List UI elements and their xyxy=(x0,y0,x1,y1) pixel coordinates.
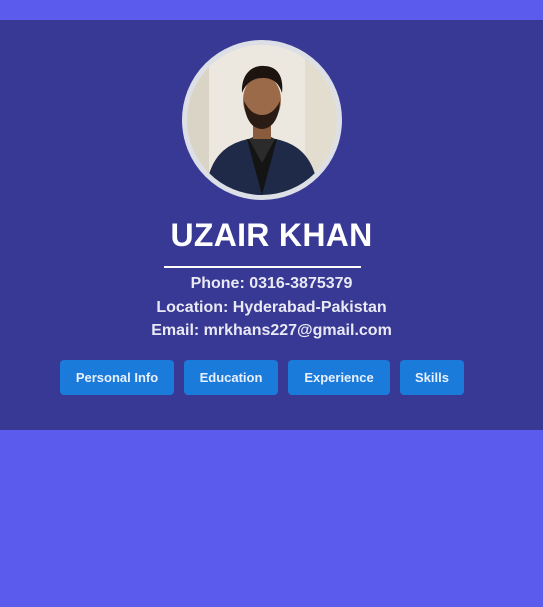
name-divider xyxy=(164,266,361,268)
skills-button[interactable]: Skills xyxy=(400,360,464,395)
profile-card: UZAIR KHAN Phone: 0316-3875379 Location:… xyxy=(0,20,543,430)
email-text: Email: mrkhans227@gmail.com xyxy=(151,322,392,339)
person-portrait-image xyxy=(187,45,337,195)
education-button[interactable]: Education xyxy=(184,360,278,395)
experience-button[interactable]: Experience xyxy=(288,360,390,395)
phone-text: Phone: 0316-3875379 xyxy=(190,275,353,292)
profile-photo xyxy=(182,40,342,200)
personal-info-button[interactable]: Personal Info xyxy=(60,360,174,395)
profile-name: UZAIR KHAN xyxy=(170,217,373,253)
location-text: Location: Hyderabad-Pakistan xyxy=(156,299,387,316)
